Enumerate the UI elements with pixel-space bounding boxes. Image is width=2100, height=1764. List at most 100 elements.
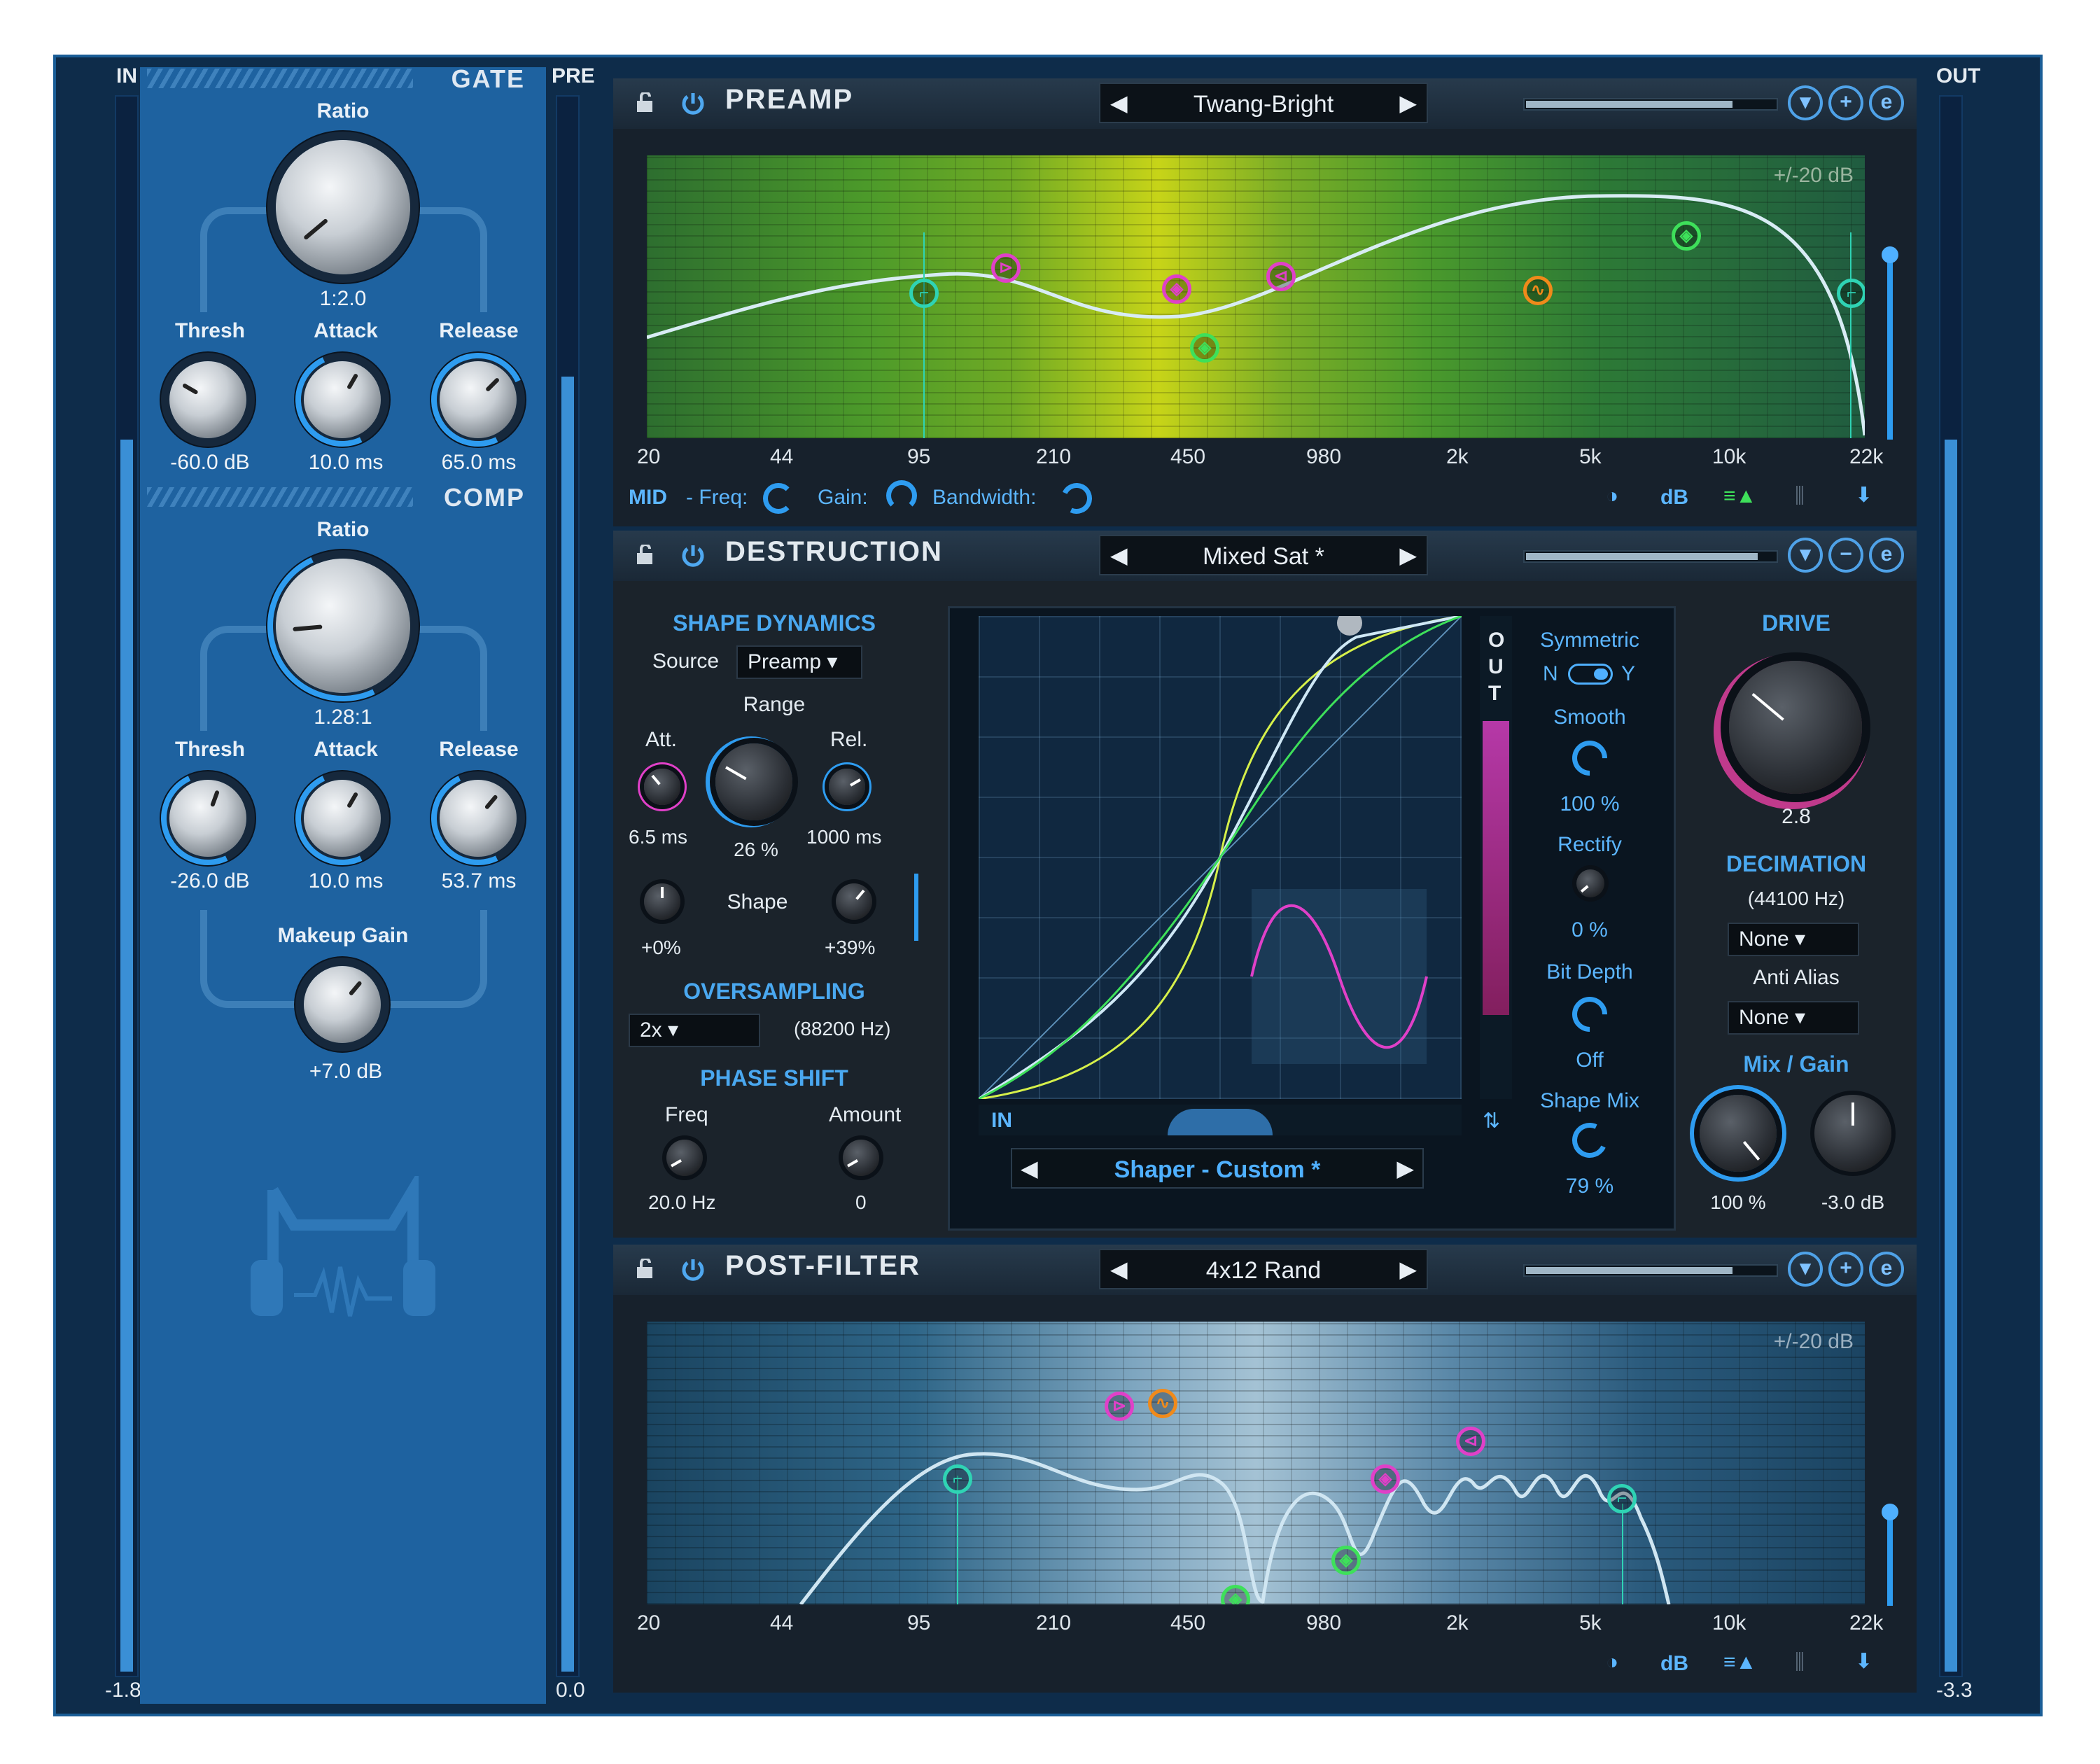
postfilter-output-fader[interactable] <box>1887 1511 1893 1606</box>
destruction-level-slider[interactable] <box>1523 550 1778 563</box>
eq-band-peak-2[interactable]: ◈ <box>1190 333 1219 363</box>
preamp-spectrum[interactable]: +/-20 dB ⌐ ⊳ ◈ ◈ ⊲ ∿ ◈ ⌐ <box>647 155 1865 438</box>
power-icon[interactable] <box>680 91 706 116</box>
mix-value: 100 % <box>1710 1191 1766 1213</box>
drive-knob[interactable] <box>1729 661 1862 794</box>
prev-preset-arrow-icon[interactable]: ◀ <box>1110 90 1128 116</box>
e-icon[interactable]: e <box>1869 85 1904 120</box>
comp-attack-knob[interactable] <box>282 758 402 878</box>
comp-ratio-knob[interactable] <box>246 528 440 723</box>
freq-param-knob[interactable] <box>763 483 794 514</box>
postfilter-level-slider[interactable] <box>1523 1264 1778 1277</box>
db-scale-button[interactable]: dB <box>1660 1652 1688 1676</box>
lock-icon[interactable] <box>636 545 659 566</box>
lock-icon[interactable] <box>636 92 659 113</box>
gate-attack-knob[interactable] <box>282 340 402 460</box>
chevron-down-icon[interactable]: ▾ <box>1788 85 1823 120</box>
comp-release-knob[interactable] <box>418 758 538 878</box>
analyzer-icon[interactable]: ≡▲ <box>1723 484 1756 508</box>
e-icon[interactable]: e <box>1869 1252 1904 1287</box>
bandwidth-param-knob[interactable] <box>1056 478 1097 519</box>
prev-preset-arrow-icon[interactable]: ◀ <box>1110 1256 1128 1282</box>
eq-band-notch[interactable]: ⊲ <box>1456 1427 1485 1456</box>
eq-band-mid[interactable]: ∿ <box>1148 1389 1177 1418</box>
postfilter-preset-selector[interactable]: ◀ 4x12 Rand ▶ <box>1099 1249 1428 1289</box>
phase-icon[interactable]: ◑ <box>1606 484 1618 508</box>
eq-band-high-cut[interactable]: ⌐ <box>1607 1484 1637 1513</box>
anti-alias-dropdown[interactable]: None ▾ <box>1728 1001 1859 1035</box>
next-shaper-arrow-icon[interactable]: ▶ <box>1396 1155 1414 1182</box>
eq-band-peak-3[interactable]: ◈ <box>1672 221 1701 251</box>
minus-icon[interactable]: − <box>1828 538 1863 573</box>
gate-thresh-knob[interactable] <box>169 361 246 438</box>
download-icon[interactable]: ⬇ <box>1855 483 1872 507</box>
gate-ratio-knob[interactable] <box>276 140 410 274</box>
e-icon[interactable]: e <box>1869 538 1904 573</box>
postfilter-fader-handle[interactable] <box>1882 1504 1898 1520</box>
attack-knob[interactable] <box>644 769 680 805</box>
freq-tick: 450 <box>1170 445 1206 468</box>
release-knob[interactable] <box>829 769 865 805</box>
eq-band-peak-3[interactable]: ◈ <box>1331 1546 1361 1575</box>
shaper-preset-selector[interactable]: ◀ Shaper - Custom * ▶ <box>1011 1148 1424 1189</box>
oversampling-dropdown[interactable]: 2x ▾ <box>629 1014 760 1047</box>
chevron-down-icon[interactable]: ▾ <box>1788 538 1823 573</box>
bars-icon[interactable]: ⫼ <box>1795 1651 1805 1674</box>
eq-band-low-shelf[interactable]: ⊳ <box>991 253 1021 283</box>
plus-icon[interactable]: + <box>1828 1252 1863 1287</box>
eq-band-notch[interactable]: ⊲ <box>1266 262 1296 291</box>
band-mode-label[interactable]: MID <box>629 486 667 510</box>
next-preset-arrow-icon[interactable]: ▶ <box>1399 1256 1417 1282</box>
freq-tick: 22k <box>1849 1611 1884 1634</box>
eq-band-low-cut[interactable]: ⌐ <box>943 1464 972 1494</box>
range-knob[interactable] <box>715 743 792 820</box>
lock-icon[interactable] <box>636 1259 659 1280</box>
rectify-knob[interactable] <box>1576 869 1604 897</box>
eq-band-mid[interactable]: ∿ <box>1523 276 1553 305</box>
next-preset-arrow-icon[interactable]: ▶ <box>1399 542 1417 568</box>
symmetric-toggle[interactable] <box>1568 664 1613 685</box>
phase-amount-label: Amount <box>829 1103 902 1126</box>
preamp-output-fader[interactable] <box>1887 253 1893 440</box>
preamp-fader-handle[interactable] <box>1882 246 1898 263</box>
bars-icon[interactable]: ⫼ <box>1795 484 1805 508</box>
eq-band-peak-1[interactable]: ◈ <box>1162 274 1191 304</box>
eq-band-peak-1[interactable]: ◈ <box>1371 1464 1400 1494</box>
postfilter-spectrum[interactable]: +/-20 dB ⌐ ⊳ ∿ ◈ ⊲ ◈ ◈ ⌐ <box>647 1322 1865 1604</box>
shape-right-knob[interactable] <box>836 883 872 920</box>
eq-band-high-cut[interactable]: ⌐ <box>1837 279 1865 308</box>
destruction-preset-selector[interactable]: ◀ Mixed Sat * ▶ <box>1099 535 1428 575</box>
prev-shaper-arrow-icon[interactable]: ◀ <box>1021 1155 1038 1182</box>
phase-amount-knob[interactable] <box>843 1140 879 1176</box>
download-icon[interactable]: ⬇ <box>1855 1649 1872 1674</box>
decimation-dropdown[interactable]: None ▾ <box>1728 923 1859 956</box>
meter-mode-icon[interactable]: ⇅ <box>1483 1109 1500 1133</box>
gain-knob[interactable] <box>1814 1095 1891 1172</box>
gate-release-knob[interactable] <box>418 340 538 460</box>
range-label: Range <box>743 693 806 716</box>
comp-thresh-knob[interactable] <box>148 758 268 878</box>
analyzer-icon[interactable]: ≡▲ <box>1723 1651 1756 1674</box>
makeup-gain-knob[interactable] <box>304 966 381 1043</box>
input-meter <box>979 1105 1462 1135</box>
eq-band-low-cut[interactable]: ⌐ <box>909 279 939 308</box>
range-value: 26 % <box>734 839 778 860</box>
chevron-down-icon[interactable]: ▾ <box>1788 1252 1823 1287</box>
power-icon[interactable] <box>680 1257 706 1282</box>
gain-param-knob[interactable] <box>886 480 917 511</box>
mix-knob[interactable] <box>1700 1095 1777 1172</box>
prev-preset-arrow-icon[interactable]: ◀ <box>1110 542 1128 568</box>
phase-icon[interactable]: ◑ <box>1606 1651 1618 1674</box>
freq-tick: 450 <box>1170 1611 1206 1634</box>
next-preset-arrow-icon[interactable]: ▶ <box>1399 90 1417 116</box>
shaper-graph[interactable] <box>979 616 1462 1099</box>
power-icon[interactable] <box>680 543 706 568</box>
preamp-preset-selector[interactable]: ◀ Twang-Bright ▶ <box>1099 83 1428 123</box>
phase-freq-knob[interactable] <box>666 1140 703 1176</box>
eq-band-low-shelf[interactable]: ⊳ <box>1105 1392 1134 1421</box>
shape-left-knob[interactable] <box>644 883 680 920</box>
source-dropdown[interactable]: Preamp ▾ <box>736 645 862 679</box>
db-scale-button[interactable]: dB <box>1660 486 1688 510</box>
preamp-level-slider[interactable] <box>1523 98 1778 111</box>
plus-icon[interactable]: + <box>1828 85 1863 120</box>
